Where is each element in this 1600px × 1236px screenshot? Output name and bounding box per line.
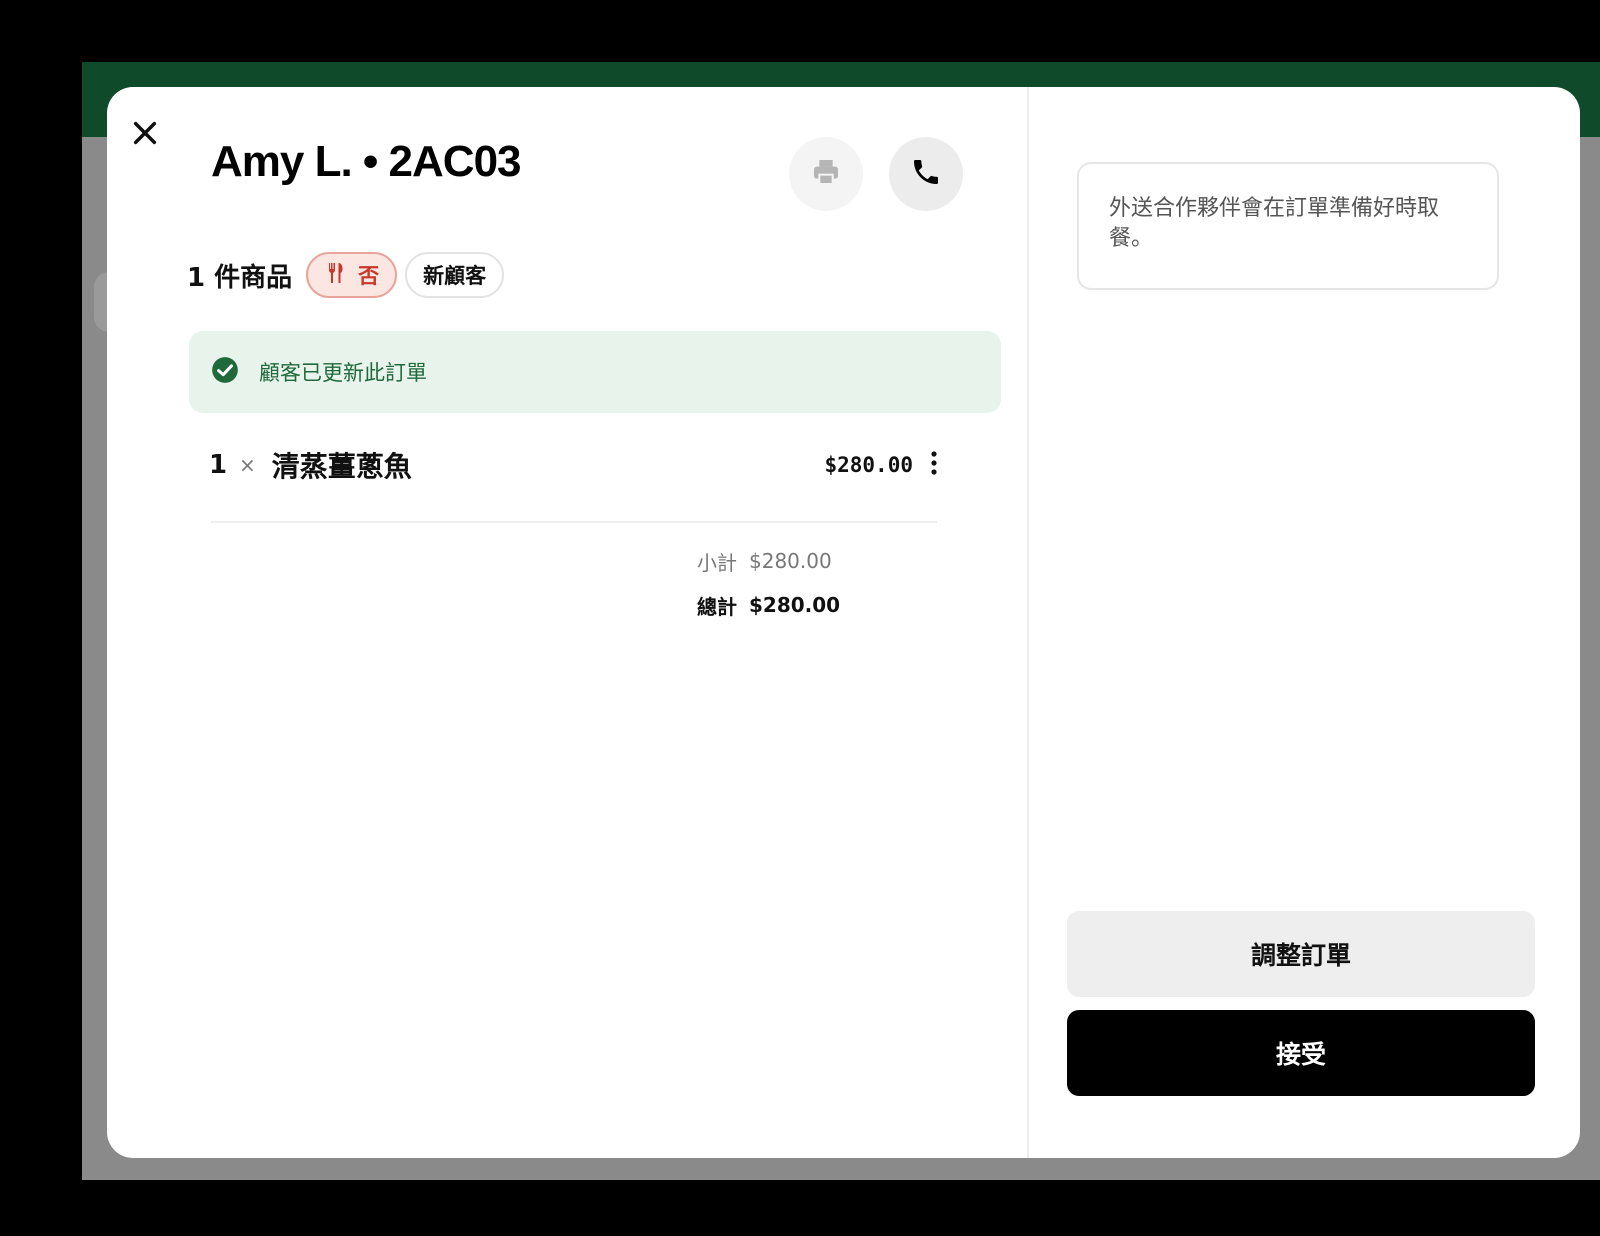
- item-quantity: 1: [209, 450, 228, 480]
- close-icon: [131, 119, 159, 151]
- print-button[interactable]: [789, 137, 863, 211]
- order-tags-row: 1 件商品 否 新顧客: [187, 252, 505, 298]
- accept-button[interactable]: 接受: [1067, 1010, 1535, 1096]
- printer-icon: [810, 156, 842, 192]
- call-button[interactable]: [889, 137, 963, 211]
- subtotal-line: 小計 $280.00: [697, 539, 937, 583]
- total-value: $280.00: [749, 593, 841, 617]
- notice-text: 顧客已更新此訂單: [259, 361, 427, 385]
- utensils-badge: 否: [306, 252, 398, 298]
- panel-divider: [1027, 87, 1029, 1158]
- pickup-info-box: 外送合作夥伴會在訂單準備好時取餐。: [1077, 162, 1499, 290]
- item-multiply-sign: ×: [239, 453, 256, 477]
- item-count: 1 件商品: [187, 262, 293, 293]
- item-divider: [211, 521, 937, 523]
- pickup-info-text: 外送合作夥伴會在訂單準備好時取餐。: [1109, 196, 1440, 251]
- subtotal-label: 小計: [697, 550, 737, 575]
- order-title: Amy L. • 2AC03: [211, 137, 522, 186]
- adjust-order-button[interactable]: 調整訂單: [1067, 911, 1535, 997]
- item-price: $280.00: [824, 453, 913, 477]
- subtotal-value: $280.00: [749, 549, 832, 573]
- new-customer-badge: 新顧客: [405, 252, 505, 298]
- more-vertical-icon: [930, 450, 938, 480]
- utensils-icon: [324, 261, 348, 290]
- phone-icon: [910, 156, 942, 192]
- check-circle-icon: [211, 356, 259, 388]
- utensils-label: 否: [358, 264, 380, 288]
- total-label: 總計: [697, 594, 737, 619]
- total-line: 總計 $280.00: [697, 583, 937, 627]
- item-more-button[interactable]: [919, 445, 949, 485]
- item-name: 清蒸薑蔥魚: [271, 450, 412, 483]
- order-totals: 小計 $280.00 總計 $280.00: [697, 539, 937, 627]
- close-button[interactable]: [127, 117, 163, 153]
- order-updated-notice: 顧客已更新此訂單: [189, 331, 1001, 413]
- order-modal: Amy L. • 2AC03 1 件商品 否 新顧客 顧客已更新此訂單 1 × …: [107, 87, 1580, 1158]
- list-item: 1 × 清蒸薑蔥魚 $280.00: [209, 435, 949, 495]
- device-frame: Amy L. • 2AC03 1 件商品 否 新顧客 顧客已更新此訂單 1 × …: [0, 0, 1600, 1236]
